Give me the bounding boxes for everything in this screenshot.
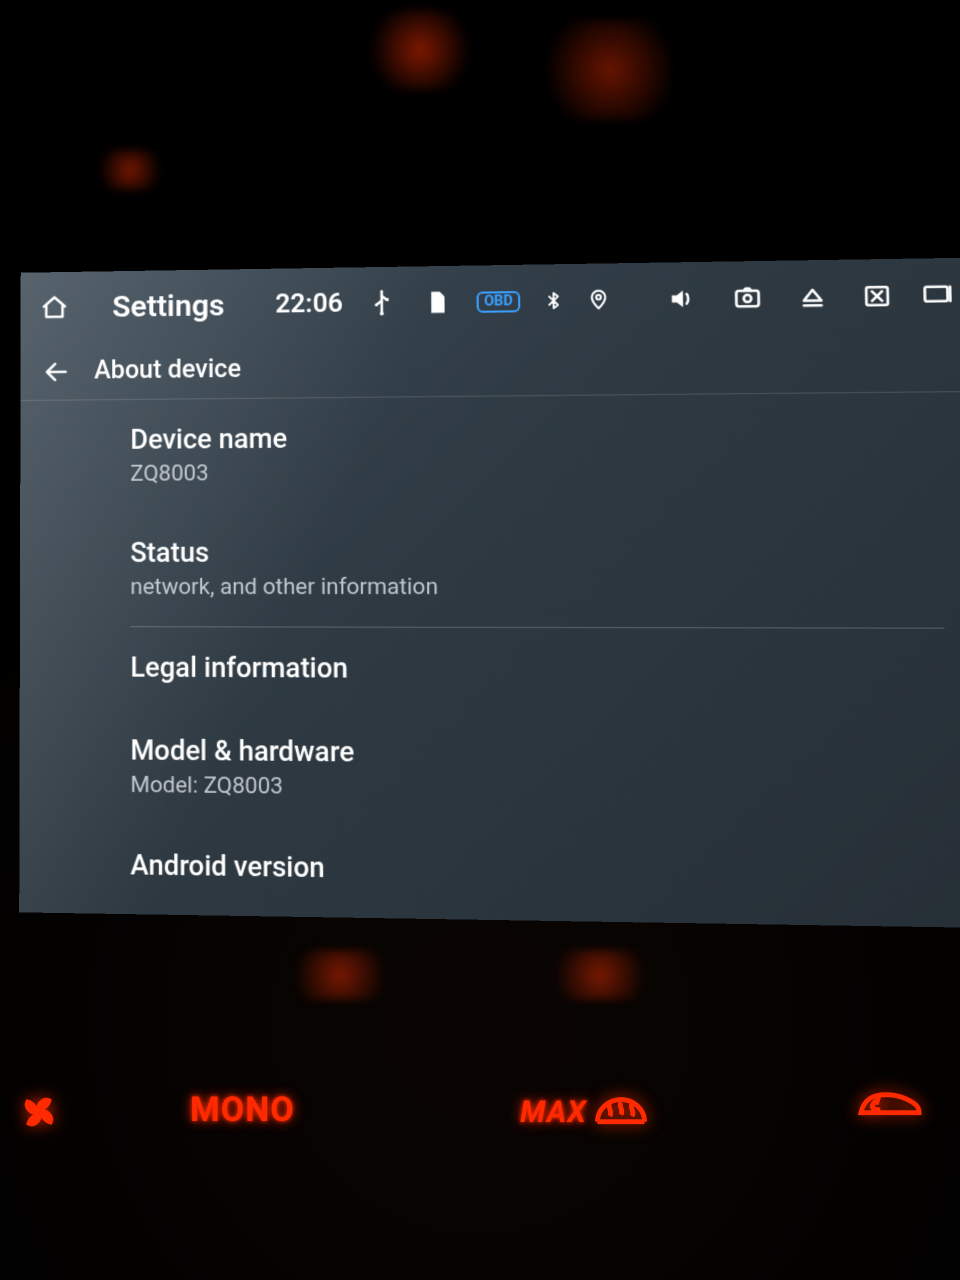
item-title: Legal information [130, 651, 945, 687]
item-subtitle: Model: ZQ8003 [130, 773, 948, 807]
sd-card-icon [421, 286, 454, 319]
item-title: Status [130, 535, 943, 569]
status-clock: 22:06 [275, 289, 343, 320]
bluetooth-icon [543, 284, 564, 317]
item-legal-information[interactable]: Legal information [130, 627, 946, 715]
max-defrost-button: MAX [520, 1094, 649, 1130]
head-unit-screen: Settings 22:06 OBD [19, 258, 960, 929]
recirculation-icon [855, 1085, 925, 1125]
screenshot-icon[interactable] [726, 281, 769, 314]
status-bar: Settings 22:06 OBD [21, 258, 960, 344]
item-title: Device name [130, 417, 940, 456]
item-android-version[interactable]: Android version [130, 824, 950, 920]
item-title: Android version [130, 849, 949, 893]
settings-list: Device name ZQ8003 Status network, and o… [19, 392, 960, 922]
location-icon [587, 284, 610, 317]
home-icon[interactable] [39, 292, 71, 324]
fan-icon [20, 1093, 58, 1135]
eject-icon[interactable] [792, 280, 833, 313]
defrost-icon [593, 1094, 649, 1130]
mono-button: MONO [190, 1090, 295, 1130]
item-subtitle: ZQ8003 [130, 457, 941, 487]
page-title: Settings [112, 288, 224, 324]
max-label: MAX [520, 1095, 587, 1130]
item-model-hardware[interactable]: Model & hardware Model: ZQ8003 [130, 710, 948, 834]
usb-icon [365, 287, 398, 320]
item-title: Model & hardware [130, 734, 947, 774]
subheader: About device [20, 332, 960, 401]
item-status[interactable]: Status network, and other information [130, 510, 944, 628]
obd-badge: OBD [477, 291, 520, 313]
item-subtitle: network, and other information [130, 574, 943, 600]
screen-title: About device [94, 355, 241, 385]
volume-icon[interactable] [660, 282, 703, 315]
display-off-icon[interactable] [921, 279, 954, 312]
close-app-icon[interactable] [856, 279, 898, 312]
back-icon[interactable] [40, 355, 72, 387]
item-device-name[interactable]: Device name ZQ8003 [130, 392, 942, 512]
